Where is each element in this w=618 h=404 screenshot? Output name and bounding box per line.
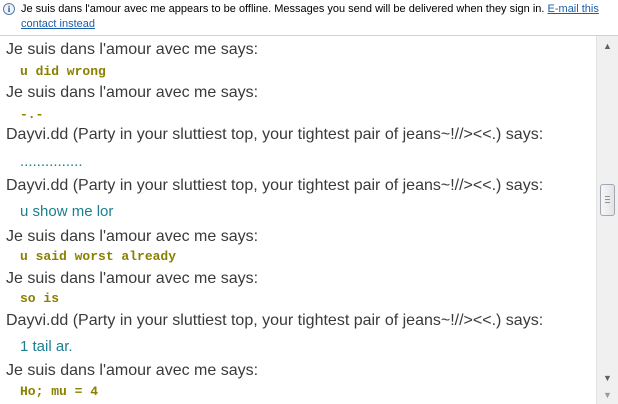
- scroll-thumb[interactable]: [600, 184, 615, 216]
- grip-line: [605, 196, 610, 197]
- info-icon: i: [3, 3, 15, 15]
- message-text: u did wrong: [20, 64, 106, 79]
- message-text: u show me lor: [20, 203, 114, 220]
- grip-line: [605, 199, 610, 200]
- offline-infobar: i Je suis dans l'amour avec me appears t…: [0, 0, 618, 36]
- message-sender: Dayvi.dd (Party in your sluttiest top, y…: [6, 312, 544, 329]
- offline-message: Je suis dans l'amour avec me appears to …: [21, 3, 545, 15]
- message-text: -.-: [20, 107, 44, 122]
- arrow-down-icon[interactable]: ▼: [599, 370, 616, 387]
- message-sender: Je suis dans l'amour avec me says:: [6, 84, 259, 101]
- message-sender: Je suis dans l'amour avec me says:: [6, 270, 259, 287]
- message-sender: Je suis dans l'amour avec me says:: [6, 362, 259, 379]
- message-text: Ho; mu = 4: [20, 384, 99, 399]
- arrow-up-icon[interactable]: ▲: [599, 38, 616, 55]
- vertical-scrollbar[interactable]: ▲ ▼ ▼: [596, 36, 618, 404]
- message-text: 1 tail ar.: [20, 338, 73, 355]
- arrow-down-small-icon[interactable]: ▼: [599, 387, 616, 404]
- message-sender: Je suis dans l'amour avec me says:: [6, 228, 259, 245]
- message-text: so is: [20, 291, 60, 306]
- message-sender: Dayvi.dd (Party in your sluttiest top, y…: [6, 177, 544, 194]
- message-sender: Dayvi.dd (Party in your sluttiest top, y…: [6, 126, 544, 143]
- message-text: ...............: [20, 153, 83, 170]
- grip-line: [605, 202, 610, 203]
- offline-notice: Je suis dans l'amour avec me appears to …: [21, 2, 601, 32]
- message-text: u said worst already: [20, 249, 177, 264]
- message-sender: Je suis dans l'amour avec me says:: [6, 41, 259, 58]
- conversation-history[interactable]: Je suis dans l'amour avec me says: u did…: [0, 36, 596, 404]
